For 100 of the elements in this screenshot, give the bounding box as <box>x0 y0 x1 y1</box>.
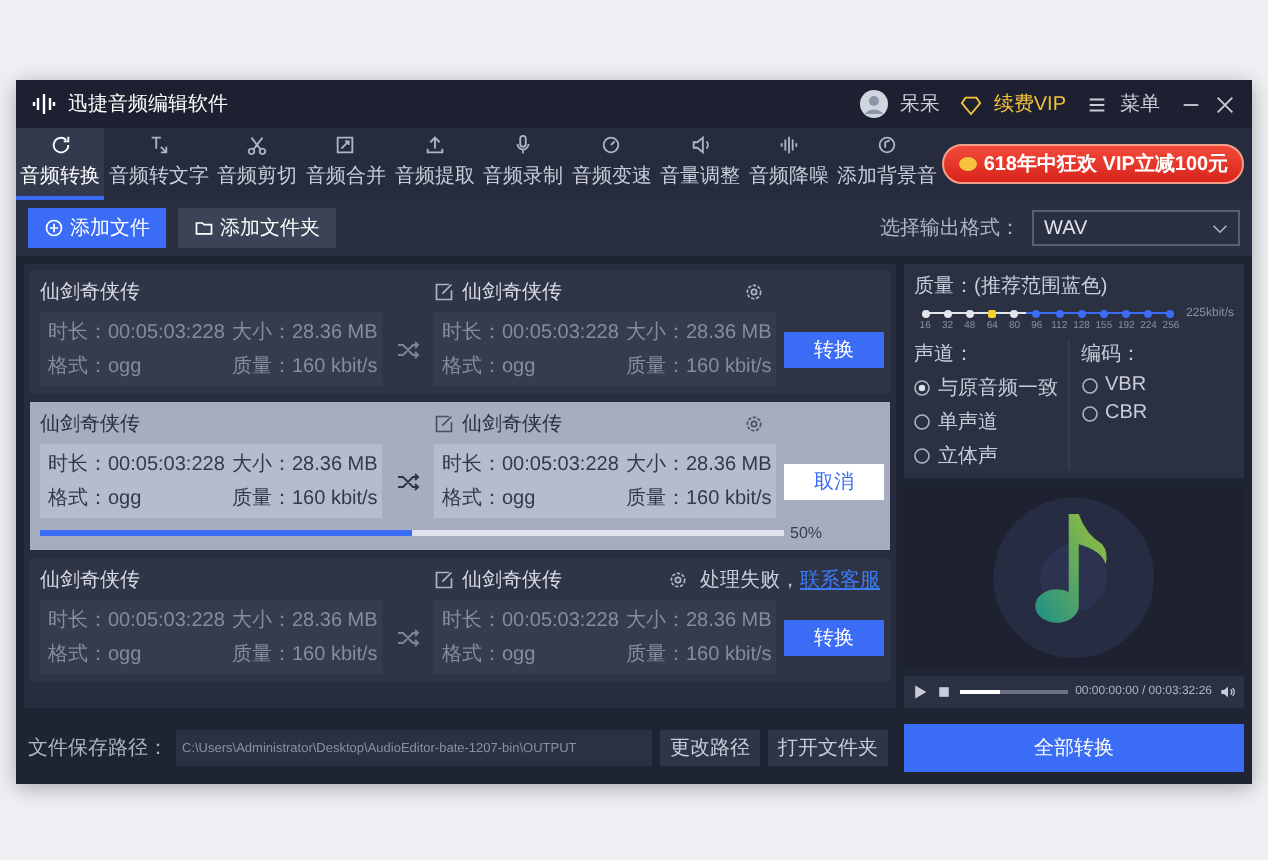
tool-tab[interactable]: 音频录制 <box>478 128 568 200</box>
tab-label: 添加背景音 <box>837 163 938 190</box>
add-file-button[interactable]: 添加文件 <box>28 208 166 248</box>
convert-button[interactable]: 转换 <box>784 331 884 367</box>
tab-label: 音频转换 <box>20 163 101 190</box>
tool-tab[interactable]: 音频转换 <box>16 128 105 200</box>
file-detail: 格式：ogg <box>48 485 144 512</box>
output-file-name: 仙剑奇侠传 <box>462 279 562 306</box>
source-file-name: 仙剑奇侠传 <box>40 411 142 438</box>
convert-button[interactable]: 取消 <box>784 463 884 499</box>
gear-icon[interactable] <box>668 570 688 590</box>
speaker-icon <box>689 134 712 156</box>
save-path-label: 文件保存路径： <box>28 735 168 762</box>
output-file-name: 仙剑奇侠传 <box>462 411 562 438</box>
edit-icon[interactable] <box>434 570 454 590</box>
file-detail: 质量：160 kbit/s <box>232 353 378 380</box>
file-detail: 质量：160 kbit/s <box>232 485 378 512</box>
format-label: 选择输出格式： <box>880 215 1020 242</box>
convert-all-button[interactable]: 全部转换 <box>904 724 1244 772</box>
file-detail: 大小：28.36 MB <box>232 451 378 478</box>
quality-tick[interactable] <box>1010 309 1019 317</box>
avatar-icon[interactable] <box>859 90 888 118</box>
file-detail: 大小：28.36 MB <box>232 319 378 346</box>
quality-tick[interactable] <box>943 309 952 317</box>
channel-label: 声道： <box>914 341 976 368</box>
radio-button[interactable] <box>1081 405 1097 421</box>
radio-label: 单声道 <box>938 409 998 436</box>
file-detail: 质量：160 kbit/s <box>626 353 772 380</box>
stop-icon[interactable] <box>936 684 952 700</box>
file-detail: 大小：28.36 MB <box>626 607 772 634</box>
tool-tab[interactable]: 添加背景音 <box>833 128 942 200</box>
play-icon[interactable] <box>912 684 928 700</box>
convert-button[interactable]: 转换 <box>784 619 884 655</box>
close-icon[interactable] <box>1214 93 1236 115</box>
app-title: 迅捷音频编辑软件 <box>68 91 228 118</box>
task-card[interactable]: 仙剑奇侠传 仙剑奇侠传 时长：00:05:03:228 大小：28.36 MB 格式：ogg 质量：160 kbit/s 时长：00:05:03:228 大小：28.36 MB 格式：ogg 质量：160 kbit/s 取消 50% <box>30 402 890 550</box>
tab-label: 音频提取 <box>394 163 475 190</box>
diamond-icon <box>959 93 982 115</box>
microphone-icon <box>512 134 535 156</box>
tab-label: 音量调整 <box>660 163 741 190</box>
task-card[interactable]: 仙剑奇侠传 仙剑奇侠传 时长：00:05:03:228 大小：28.36 MB 格式：ogg 质量：160 kbit/s 时长：00:05:03:228 大小：28.36 MB 格式：ogg 质量：160 kbit/s 转换 <box>30 270 890 394</box>
source-file-name: 仙剑奇侠传 <box>40 567 142 594</box>
tool-tab[interactable]: 音频转文字 <box>104 128 214 200</box>
gear-icon[interactable] <box>744 282 764 302</box>
tab-label: 音频录制 <box>483 163 564 190</box>
radio-label: CBR <box>1105 402 1148 424</box>
plus-circle-icon <box>44 218 64 238</box>
radio-button[interactable] <box>914 448 930 464</box>
waveform-icon <box>777 134 800 156</box>
radio-button[interactable] <box>1081 377 1097 393</box>
folder-icon <box>194 218 214 238</box>
tool-tab[interactable]: 音频提取 <box>390 128 479 200</box>
tool-tab[interactable]: 音频变速 <box>567 128 656 200</box>
format-dropdown[interactable]: WAV <box>1032 210 1240 246</box>
file-detail: 时长：00:05:03:228 <box>442 607 621 634</box>
file-detail: 时长：00:05:03:228 <box>442 451 621 478</box>
edit-icon[interactable] <box>434 282 454 302</box>
file-detail: 质量：160 kbit/s <box>232 641 378 668</box>
edit-icon[interactable] <box>434 414 454 434</box>
failure-message: 处理失败， <box>700 567 800 594</box>
change-path-button[interactable]: 更改路径 <box>660 730 760 766</box>
renew-vip-link[interactable]: 续费VIP <box>993 90 1066 118</box>
radio-label: 立体声 <box>938 443 998 470</box>
file-detail: 大小：28.36 MB <box>232 607 378 634</box>
menu-icon[interactable] <box>1086 93 1108 115</box>
quality-tick[interactable] <box>921 309 930 317</box>
quality-tick[interactable] <box>965 309 974 317</box>
radio-button[interactable] <box>914 380 930 396</box>
file-detail: 格式：ogg <box>442 485 538 512</box>
waveform-logo-icon <box>32 92 56 116</box>
file-detail: 时长：00:05:03:228 <box>48 451 227 478</box>
tab-label: 音频变速 <box>571 163 652 190</box>
quality-tick[interactable] <box>988 309 997 317</box>
gauge-icon <box>600 134 623 156</box>
tool-tab[interactable]: 音量调整 <box>655 128 745 200</box>
file-detail: 质量：160 kbit/s <box>626 485 772 512</box>
open-folder-button[interactable]: 打开文件夹 <box>768 730 888 766</box>
gear-icon[interactable] <box>744 414 764 434</box>
shuffle-icon <box>396 337 420 361</box>
user-name[interactable]: 呆呆 <box>899 90 940 118</box>
menu-link[interactable]: 菜单 <box>1120 90 1160 118</box>
file-detail: 质量：160 kbit/s <box>626 641 772 668</box>
tab-label: 音频剪切 <box>217 163 298 190</box>
promo-banner[interactable]: 618年中狂欢 VIP立减100元 <box>941 144 1245 184</box>
file-detail: 格式：ogg <box>48 641 144 668</box>
quality-label: 质量：(推荐范围蓝色) <box>914 273 1110 300</box>
task-card[interactable]: 仙剑奇侠传 仙剑奇侠传 处理失败，联系客服 时长：00:05:03:228 大小：28.36 MB 格式：ogg 质量：160 kbit/s 时长：00:05:03:228 大小：28.36 MB 格式：ogg 质量：160 kbit/s 转换 <box>30 558 890 682</box>
tool-tab[interactable]: 音频剪切 <box>213 128 302 200</box>
tool-tab[interactable]: 音频降噪 <box>744 128 834 200</box>
radio-button[interactable] <box>914 414 930 430</box>
caret-icon <box>1212 223 1228 233</box>
file-detail: 格式：ogg <box>48 353 144 380</box>
add-folder-button[interactable]: 添加文件夹 <box>178 208 336 248</box>
tab-label: 音频降噪 <box>748 163 829 190</box>
volume-icon[interactable] <box>1220 684 1236 700</box>
tab-label: 音频转文字 <box>108 163 209 190</box>
tool-tab[interactable]: 音频合并 <box>301 128 391 200</box>
file-detail: 大小：28.36 MB <box>626 451 772 478</box>
output-file-name: 仙剑奇侠传 <box>462 567 562 594</box>
scissors-icon <box>246 134 269 156</box>
